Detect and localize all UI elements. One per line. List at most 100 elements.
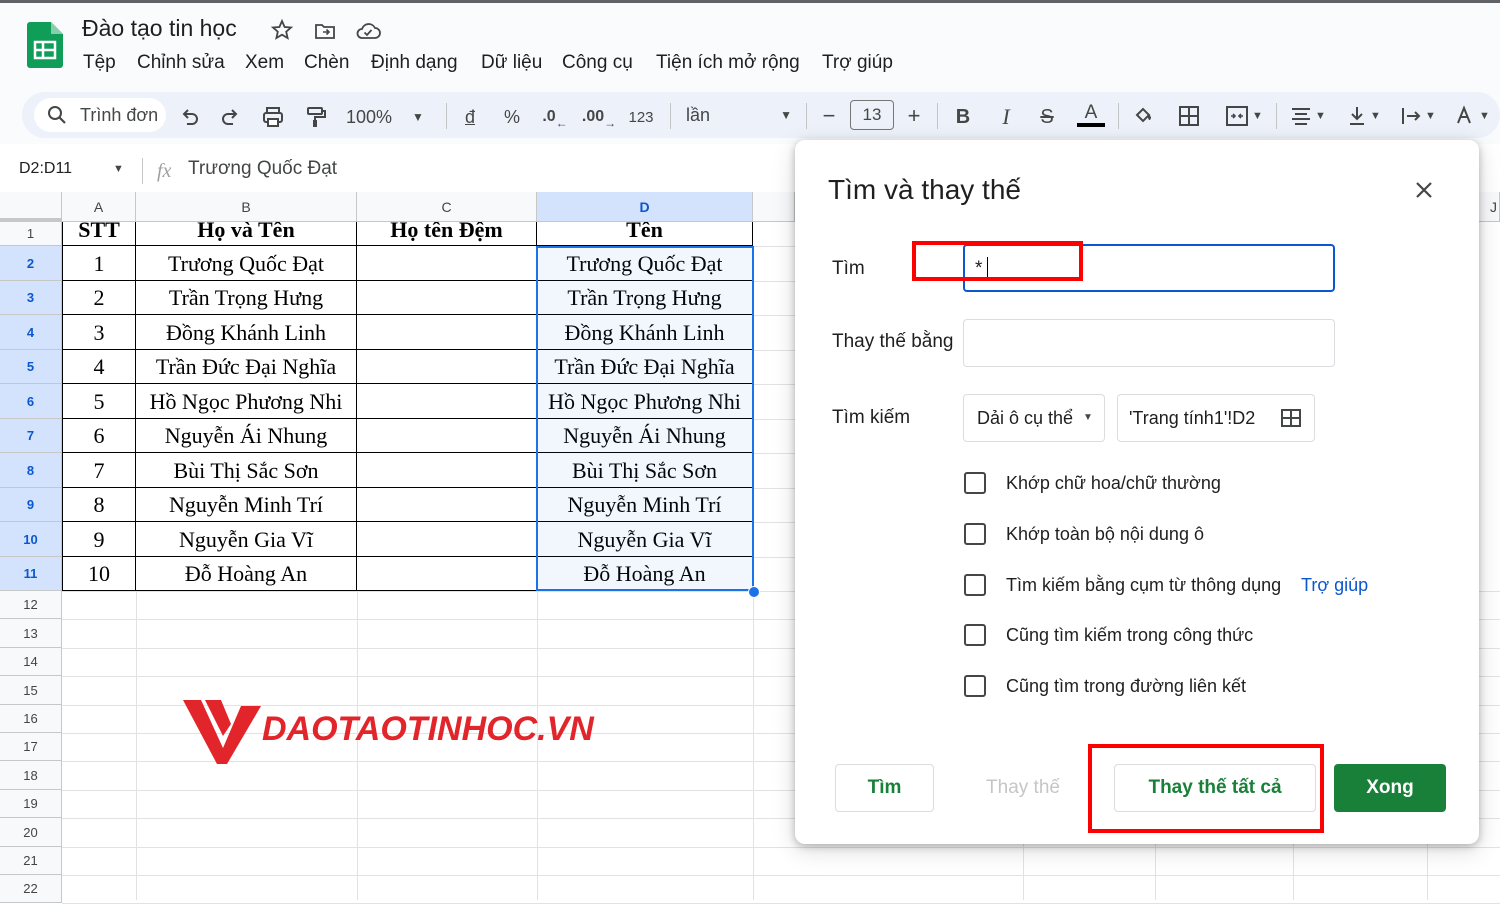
undo-icon[interactable] xyxy=(176,104,202,130)
replace-input[interactable] xyxy=(963,319,1335,367)
table-cell[interactable]: Trần Đức Đại Nghĩa xyxy=(136,350,357,384)
menu-help[interactable]: Trợ giúp xyxy=(822,52,893,74)
move-folder-icon[interactable] xyxy=(313,19,337,43)
row-header[interactable]: 19 xyxy=(0,790,62,818)
zoom-select[interactable]: 100% ▼ xyxy=(346,104,436,130)
text-wrap-icon[interactable]: ▼ xyxy=(1396,103,1440,129)
column-header-c[interactable]: C xyxy=(357,192,537,222)
table-cell[interactable]: Trương Quốc Đạt xyxy=(136,246,357,281)
star-icon[interactable] xyxy=(270,18,294,42)
match-case-checkbox[interactable] xyxy=(964,472,986,494)
regex-checkbox[interactable] xyxy=(964,574,986,596)
strikethrough-button[interactable]: S xyxy=(1036,104,1058,130)
column-header-b[interactable]: B xyxy=(136,192,357,222)
bold-button[interactable]: B xyxy=(952,104,974,130)
table-cell[interactable] xyxy=(357,281,537,315)
replace-button[interactable]: Thay thế xyxy=(955,764,1091,812)
table-cell[interactable]: 6 xyxy=(62,419,136,453)
font-size-increase-button[interactable]: + xyxy=(903,103,925,129)
percent-format-button[interactable]: % xyxy=(500,104,524,130)
match-entire-cell-checkbox[interactable] xyxy=(964,523,986,545)
font-size-input[interactable]: 13 xyxy=(850,100,894,130)
table-cell[interactable] xyxy=(357,488,537,522)
menu-format[interactable]: Định dạng xyxy=(371,52,458,74)
header-cell[interactable]: Họ và Tên xyxy=(136,222,357,246)
table-cell[interactable] xyxy=(357,522,537,557)
redo-icon[interactable] xyxy=(218,104,244,130)
find-button[interactable]: Tìm xyxy=(835,764,934,812)
help-link[interactable]: Trợ giúp xyxy=(1301,575,1368,596)
table-cell[interactable]: 10 xyxy=(62,557,136,591)
row-header[interactable]: 18 xyxy=(0,761,62,790)
row-header[interactable]: 14 xyxy=(0,648,62,676)
row-header[interactable]: 13 xyxy=(0,619,62,648)
row-header[interactable]: 4 xyxy=(0,315,62,350)
borders-icon[interactable] xyxy=(1176,103,1202,129)
grid-select-icon[interactable] xyxy=(1280,407,1302,429)
menu-insert[interactable]: Chèn xyxy=(304,52,349,74)
merge-cells-icon[interactable]: ▼ xyxy=(1220,103,1268,129)
paint-format-icon[interactable] xyxy=(303,104,329,130)
italic-button[interactable]: I xyxy=(995,104,1017,130)
header-cell[interactable]: Họ tên Đệm xyxy=(357,222,537,246)
column-header-d[interactable]: D xyxy=(537,192,753,222)
row-header[interactable]: 16 xyxy=(0,705,62,733)
menu-data[interactable]: Dữ liệu xyxy=(481,52,542,74)
row-header[interactable]: 7 xyxy=(0,419,62,453)
fill-color-icon[interactable] xyxy=(1130,102,1158,130)
table-cell[interactable]: 4 xyxy=(62,350,136,384)
table-cell[interactable] xyxy=(357,419,537,453)
table-cell[interactable]: Nguyễn Gia Vĩ xyxy=(136,522,357,557)
row-header[interactable]: 17 xyxy=(0,733,62,761)
table-cell[interactable]: Nguyễn Minh Trí xyxy=(136,488,357,522)
row-header[interactable]: 21 xyxy=(0,847,62,875)
header-cell[interactable]: Tên xyxy=(537,222,753,246)
column-header-j[interactable]: J xyxy=(1479,192,1500,222)
row-header[interactable]: 1 xyxy=(0,222,62,246)
search-links-checkbox[interactable] xyxy=(964,675,986,697)
row-header[interactable]: 22 xyxy=(0,875,62,903)
row-header[interactable]: 6 xyxy=(0,384,62,419)
table-cell[interactable]: Đỗ Hoàng An xyxy=(136,557,357,591)
menu-view[interactable]: Xem xyxy=(245,52,284,74)
table-cell[interactable]: Nguyễn Ái Nhung xyxy=(136,419,357,453)
table-cell[interactable]: 8 xyxy=(62,488,136,522)
range-input[interactable]: 'Trang tính1'!D2 xyxy=(1117,394,1315,442)
table-cell[interactable]: Bùi Thị Sắc Sơn xyxy=(136,453,357,488)
table-cell[interactable]: 3 xyxy=(62,315,136,350)
table-cell[interactable] xyxy=(357,384,537,419)
horizontal-align-icon[interactable]: ▼ xyxy=(1286,103,1330,129)
sheets-logo[interactable] xyxy=(27,22,63,68)
row-header[interactable]: 15 xyxy=(0,676,62,705)
close-icon[interactable] xyxy=(1410,176,1438,204)
table-cell[interactable]: 5 xyxy=(62,384,136,419)
document-title[interactable]: Đào tạo tin học xyxy=(82,15,237,42)
done-button[interactable]: Xong xyxy=(1334,764,1446,812)
menu-edit[interactable]: Chỉnh sửa xyxy=(137,52,225,74)
cloud-status-icon[interactable] xyxy=(354,19,382,43)
table-cell[interactable]: Trần Trọng Hưng xyxy=(136,281,357,315)
font-size-decrease-button[interactable]: − xyxy=(818,103,840,129)
table-cell[interactable]: 1 xyxy=(62,246,136,281)
menu-extensions[interactable]: Tiện ích mở rộng xyxy=(656,52,800,74)
row-header[interactable]: 10 xyxy=(0,522,62,557)
table-cell[interactable] xyxy=(357,557,537,591)
currency-format-button[interactable]: đ xyxy=(458,104,482,130)
vertical-align-icon[interactable]: ▼ xyxy=(1342,103,1386,129)
row-header[interactable]: 8 xyxy=(0,453,62,488)
header-cell[interactable]: STT xyxy=(62,222,136,246)
row-header[interactable]: 2 xyxy=(0,246,62,281)
fill-handle[interactable] xyxy=(748,586,760,598)
table-cell[interactable]: 2 xyxy=(62,281,136,315)
row-header[interactable]: 12 xyxy=(0,591,62,619)
row-header[interactable]: 3 xyxy=(0,281,62,315)
table-cell[interactable]: Hồ Ngọc Phương Nhi xyxy=(136,384,357,419)
formula-input[interactable]: Trương Quốc Đạt xyxy=(188,158,337,180)
table-cell[interactable] xyxy=(357,315,537,350)
column-header-a[interactable]: A xyxy=(62,192,136,222)
search-scope-select[interactable]: Dải ô cụ thể ▼ xyxy=(963,394,1105,442)
font-select[interactable]: lần ▼ xyxy=(686,102,792,128)
table-cell[interactable] xyxy=(357,453,537,488)
table-cell[interactable] xyxy=(357,246,537,281)
table-cell[interactable]: Đồng Khánh Linh xyxy=(136,315,357,350)
